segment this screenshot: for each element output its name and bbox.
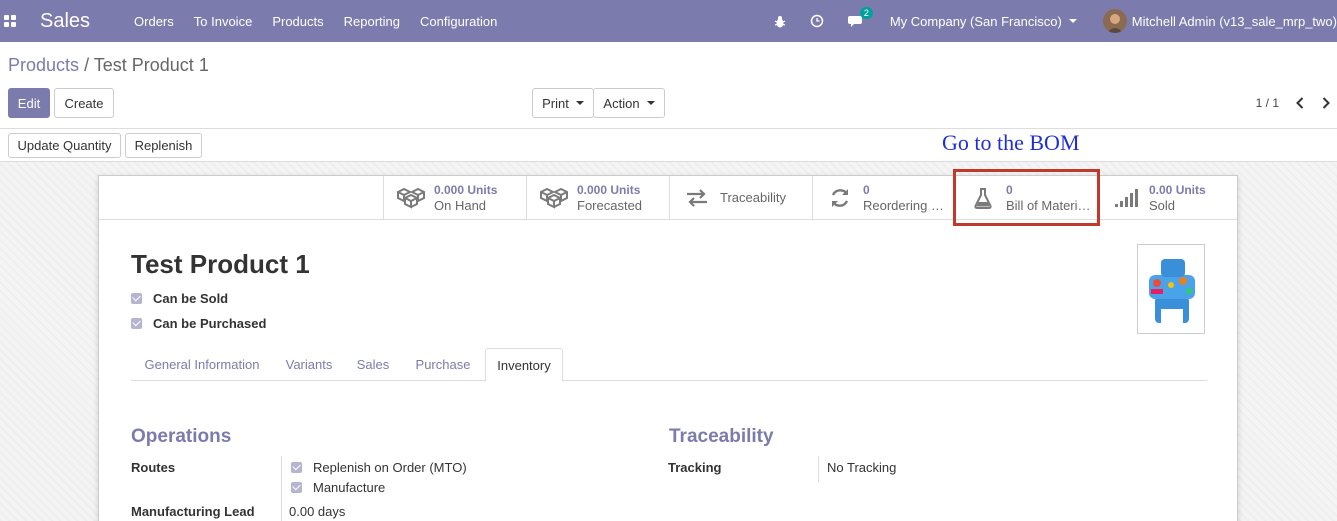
notebook-tabs: General Information Variants Sales Purch…: [131, 348, 1207, 382]
update-quantity-button[interactable]: Update Quantity: [8, 133, 121, 158]
tab-purchase[interactable]: Purchase: [401, 348, 485, 381]
avatar: [1102, 9, 1127, 33]
route-mto-label: Replenish on Order (MTO): [313, 460, 467, 475]
on-hand-label: On Hand: [434, 197, 487, 213]
product-image[interactable]: [1137, 244, 1205, 334]
chat-count-badge: 2: [859, 6, 873, 19]
chat-icon[interactable]: 2: [847, 6, 873, 28]
field-separator: [818, 456, 819, 482]
smart-button-traceability[interactable]: Traceability: [669, 176, 812, 219]
caret-down-icon: [646, 101, 655, 105]
action-button[interactable]: Action: [593, 88, 665, 118]
manufacturing-lead-label: Manufacturing Lead: [131, 504, 255, 519]
user-name: Mitchell Admin (v13_sale_mrp_two): [1131, 13, 1337, 29]
app-name[interactable]: Sales: [40, 10, 90, 33]
breadcrumb-separator: /: [84, 55, 90, 75]
signal-icon: [1111, 188, 1141, 208]
company-switcher[interactable]: My Company (San Francisco): [890, 14, 1077, 29]
tab-sales[interactable]: Sales: [345, 348, 401, 381]
highlight-box: [953, 169, 1100, 226]
route-manufacture-label: Manufacture: [313, 480, 386, 495]
tab-general-information[interactable]: General Information: [131, 348, 273, 381]
on-hand-value: 0.000 Units: [434, 182, 498, 197]
sold-value: 0.00 Units: [1149, 182, 1206, 197]
chevron-right-icon[interactable]: [1318, 94, 1334, 112]
field-separator: [281, 500, 282, 521]
product-name[interactable]: Test Product 1: [131, 249, 310, 280]
chevron-left-icon[interactable]: [1292, 94, 1308, 112]
can-be-purchased-checkbox[interactable]: [131, 318, 142, 329]
refresh-icon: [825, 187, 855, 209]
clock-icon[interactable]: [810, 14, 824, 28]
reordering-label: Reordering …: [863, 197, 944, 213]
smart-button-reordering[interactable]: 0 Reordering …: [812, 176, 955, 219]
action-label: Action: [603, 95, 640, 111]
smart-button-forecasted[interactable]: 0.000 Units Forecasted: [526, 176, 669, 219]
replenish-button[interactable]: Replenish: [125, 133, 202, 158]
menu-orders[interactable]: Orders: [134, 14, 174, 29]
smart-button-sold[interactable]: 0.00 Units Sold: [1098, 176, 1237, 219]
exchange-icon: [682, 188, 712, 207]
caret-down-icon: [1068, 19, 1077, 23]
route-manufacture-checkbox[interactable]: [291, 482, 302, 493]
print-label: Print: [542, 95, 569, 111]
route-mto-checkbox[interactable]: [291, 462, 302, 473]
tracking-value[interactable]: No Tracking: [827, 460, 896, 475]
route-mto-row: Replenish on Order (MTO): [291, 460, 467, 475]
field-separator: [281, 456, 282, 500]
company-name: My Company (San Francisco): [889, 13, 1062, 29]
menu-reporting[interactable]: Reporting: [344, 14, 400, 29]
sold-label: Sold: [1149, 197, 1176, 213]
route-manufacture-row: Manufacture: [291, 480, 385, 495]
breadcrumb-parent[interactable]: Products: [8, 55, 79, 75]
tab-inventory[interactable]: Inventory: [485, 348, 563, 382]
reordering-value: 0: [863, 182, 870, 197]
caret-down-icon: [575, 101, 584, 105]
tab-variants[interactable]: Variants: [273, 348, 345, 381]
can-be-purchased-row: Can be Purchased: [131, 316, 266, 331]
cubes-icon: [396, 186, 426, 210]
manufacturing-lead-value[interactable]: 0.00 days: [289, 504, 345, 519]
bug-icon[interactable]: [774, 15, 786, 28]
pager-value[interactable]: 1 / 1: [1256, 96, 1279, 110]
tracking-label: Tracking: [668, 460, 722, 475]
can-be-sold-checkbox[interactable]: [131, 293, 142, 304]
routes-label: Routes: [131, 460, 176, 475]
operations-title: Operations: [131, 426, 232, 447]
menu-configuration[interactable]: Configuration: [420, 14, 497, 29]
menu-to-invoice[interactable]: To Invoice: [194, 14, 253, 29]
apps-menu-icon[interactable]: [0, 0, 30, 42]
can-be-sold-row: Can be Sold: [131, 291, 228, 306]
can-be-purchased-label: Can be Purchased: [153, 316, 267, 331]
forecasted-value: 0.000 Units: [577, 182, 641, 197]
menu-products[interactable]: Products: [272, 14, 323, 29]
annotation-text: Go to the BOM: [942, 130, 1080, 155]
breadcrumb-current: Test Product 1: [93, 55, 209, 75]
traceability-label: Traceability: [720, 190, 786, 205]
form-sheet: 0.000 Units On Hand 0.000 Units Forecasted…: [98, 175, 1238, 521]
edit-button[interactable]: Edit: [8, 88, 50, 118]
can-be-sold-label: Can be Sold: [153, 291, 229, 306]
smart-button-on-hand[interactable]: 0.000 Units On Hand: [383, 176, 526, 219]
traceability-title: Traceability: [669, 426, 774, 447]
forecasted-label: Forecasted: [577, 197, 643, 213]
user-menu[interactable]: Mitchell Admin (v13_sale_mrp_two): [1102, 9, 1337, 33]
create-button[interactable]: Create: [54, 88, 114, 118]
top-navbar: Sales Orders To Invoice Products Reporti…: [0, 0, 1337, 42]
cubes-icon: [539, 186, 569, 210]
print-button[interactable]: Print: [532, 88, 594, 118]
breadcrumb: Products / Test Product 1: [8, 55, 209, 76]
